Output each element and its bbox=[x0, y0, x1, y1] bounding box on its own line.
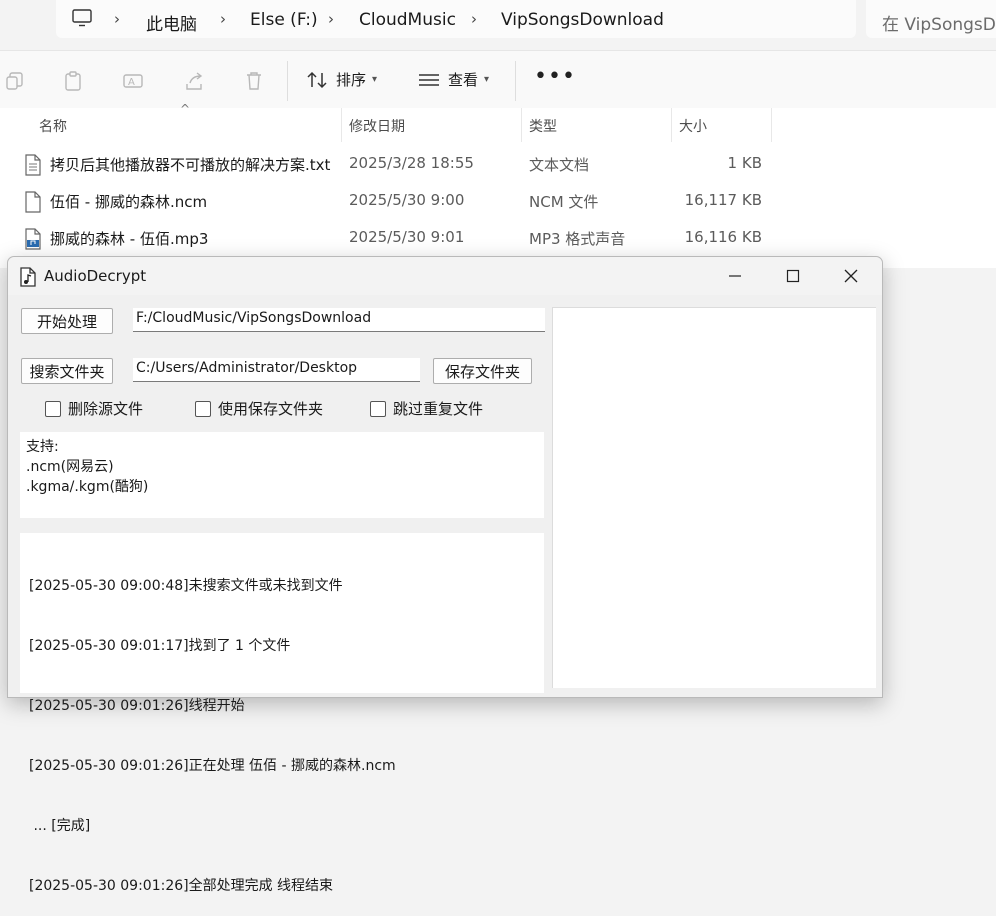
log-output[interactable]: [2025-05-30 09:00:48]未搜索文件或未找到文件 [2025-0… bbox=[20, 533, 544, 894]
checkbox-unchecked-icon bbox=[45, 400, 61, 417]
file-size: 16,116 KB bbox=[684, 228, 762, 246]
minimize-button[interactable] bbox=[706, 257, 764, 295]
file-name: 拷贝后其他播放器不可播放的解决方案.txt bbox=[50, 156, 331, 174]
computer-icon[interactable] bbox=[72, 9, 92, 31]
breadcrumb-item-vipsongsdownload[interactable]: VipSongsDownload bbox=[501, 10, 664, 30]
file-name: 挪威的森林 - 伍佰.mp3 bbox=[50, 230, 209, 248]
column-header-date[interactable]: 修改日期 bbox=[349, 116, 405, 136]
delete-icon[interactable] bbox=[243, 70, 265, 92]
checkbox-label: 使用保存文件夹 bbox=[218, 400, 324, 418]
save-folder-button[interactable]: 保存文件夹 bbox=[433, 358, 532, 384]
app-icon bbox=[20, 267, 36, 287]
column-divider[interactable] bbox=[521, 108, 522, 142]
maximize-button[interactable] bbox=[764, 257, 822, 295]
chevron-right-icon[interactable]: › bbox=[220, 10, 226, 28]
search-folder-button[interactable]: 搜索文件夹 bbox=[21, 358, 113, 384]
toolbar-divider bbox=[287, 61, 288, 101]
sort-icon bbox=[307, 71, 327, 88]
sort-ascending-icon: ^ bbox=[180, 102, 191, 116]
file-date: 2025/5/30 9:01 bbox=[349, 228, 465, 246]
rename-icon[interactable]: A bbox=[122, 70, 144, 92]
skip-duplicates-checkbox[interactable]: 跳过重复文件 bbox=[370, 398, 484, 418]
support-line: .ncm(网易云) bbox=[26, 459, 114, 475]
file-row[interactable]: 拷贝后其他播放器不可播放的解决方案.txt 2025/3/28 18:55 文本… bbox=[0, 146, 996, 182]
toolbar-divider bbox=[515, 61, 516, 101]
close-icon bbox=[844, 269, 858, 283]
chevron-right-icon[interactable]: › bbox=[328, 10, 334, 28]
log-line: [2025-05-30 09:00:48]未搜索文件或未找到文件 bbox=[29, 578, 343, 594]
title-bar[interactable]: AudioDecrypt bbox=[8, 257, 882, 295]
support-line: .kgma/.kgm(酷狗) bbox=[26, 479, 149, 495]
copy-icon[interactable] bbox=[4, 70, 26, 92]
file-row[interactable]: 挪威的森林 - 伍佰.mp3 2025/5/30 9:01 MP3 格式声音 1… bbox=[0, 220, 996, 256]
file-row[interactable]: 伍佰 - 挪威的森林.ncm 2025/5/30 9:00 NCM 文件 16,… bbox=[0, 183, 996, 219]
checkbox-label: 删除源文件 bbox=[68, 400, 144, 418]
file-name: 伍佰 - 挪威的森林.ncm bbox=[50, 193, 208, 211]
chevron-down-icon: ▾ bbox=[484, 74, 490, 85]
breadcrumb[interactable]: › 此电脑 › Else (F:) › CloudMusic › VipSong… bbox=[56, 0, 856, 38]
support-line: 支持: bbox=[26, 439, 59, 455]
sort-button[interactable]: 排序 ▾ bbox=[306, 69, 377, 93]
text-file-icon bbox=[24, 154, 42, 176]
column-divider[interactable] bbox=[341, 108, 342, 142]
blank-file-icon bbox=[24, 191, 42, 213]
chevron-right-icon[interactable]: › bbox=[471, 10, 477, 28]
checkbox-label: 跳过重复文件 bbox=[393, 400, 484, 418]
file-date: 2025/5/30 9:00 bbox=[349, 191, 465, 209]
log-line: [2025-05-30 09:01:26]全部处理完成 线程结束 bbox=[29, 878, 334, 894]
file-size: 16,117 KB bbox=[684, 191, 762, 209]
breadcrumb-item-cloudmusic[interactable]: CloudMusic bbox=[359, 10, 456, 30]
breadcrumb-item-drive[interactable]: Else (F:) bbox=[250, 10, 318, 30]
column-divider[interactable] bbox=[771, 108, 772, 142]
file-type: MP3 格式声音 bbox=[529, 230, 626, 248]
share-icon[interactable] bbox=[183, 70, 205, 92]
start-processing-button[interactable]: 开始处理 bbox=[21, 308, 113, 334]
audio-file-icon bbox=[24, 228, 42, 250]
file-list: ^ 名称 修改日期 类型 大小 拷贝后其他播放器不可播放的解决方案.txt 20… bbox=[0, 102, 996, 268]
column-header-size[interactable]: 大小 bbox=[679, 116, 707, 136]
supported-formats-box: 支持: .ncm(网易云) .kgma/.kgm(酷狗) bbox=[20, 432, 544, 518]
column-header-name[interactable]: 名称 bbox=[39, 116, 67, 136]
minimize-icon bbox=[729, 275, 741, 277]
view-icon bbox=[419, 73, 439, 86]
address-bar: › 此电脑 › Else (F:) › CloudMusic › VipSong… bbox=[0, 0, 996, 48]
source-folder-field[interactable]: F:/CloudMusic/VipSongsDownload bbox=[133, 308, 545, 332]
log-line: [2025-05-30 09:01:17]找到了 1 个文件 bbox=[29, 638, 291, 654]
column-divider[interactable] bbox=[671, 108, 672, 142]
file-type: NCM 文件 bbox=[529, 193, 599, 211]
column-header-type[interactable]: 类型 bbox=[529, 116, 557, 136]
log-line: [2025-05-30 09:01:26]正在处理 伍佰 - 挪威的森林.ncm bbox=[29, 758, 396, 774]
search-input[interactable]: 在 VipSongsDownload 中搜索 bbox=[866, 0, 996, 38]
checkbox-unchecked-icon bbox=[195, 400, 211, 417]
svg-text:A: A bbox=[128, 77, 135, 88]
log-line: [2025-05-30 09:01:26]线程开始 bbox=[29, 698, 245, 714]
view-button[interactable]: 查看 ▾ bbox=[418, 69, 489, 93]
more-options-button[interactable]: ••• bbox=[534, 64, 576, 89]
close-button[interactable] bbox=[822, 257, 880, 295]
file-size: 1 KB bbox=[727, 154, 762, 172]
command-bar: A 排序 ▾ 查看 ▾ bbox=[0, 50, 996, 110]
file-list-panel[interactable] bbox=[552, 307, 876, 688]
breadcrumb-item-this-pc[interactable]: 此电脑 bbox=[146, 10, 197, 35]
checkbox-unchecked-icon bbox=[370, 400, 386, 417]
window-title: AudioDecrypt bbox=[44, 267, 147, 285]
save-folder-field[interactable]: C:/Users/Administrator/Desktop bbox=[133, 358, 420, 382]
maximize-icon bbox=[786, 269, 800, 283]
use-save-folder-checkbox[interactable]: 使用保存文件夹 bbox=[195, 398, 324, 418]
search-placeholder: 在 VipSongsDownload 中搜索 bbox=[882, 15, 996, 35]
log-line: ... [完成] bbox=[29, 818, 91, 834]
chevron-right-icon[interactable]: › bbox=[114, 10, 120, 28]
view-label: 查看 bbox=[448, 71, 479, 89]
chevron-down-icon: ▾ bbox=[372, 74, 378, 85]
delete-source-checkbox[interactable]: 删除源文件 bbox=[45, 398, 144, 418]
paste-icon[interactable] bbox=[62, 70, 84, 92]
file-type: 文本文档 bbox=[529, 156, 590, 174]
sort-label: 排序 bbox=[336, 71, 367, 89]
file-date: 2025/3/28 18:55 bbox=[349, 154, 474, 172]
